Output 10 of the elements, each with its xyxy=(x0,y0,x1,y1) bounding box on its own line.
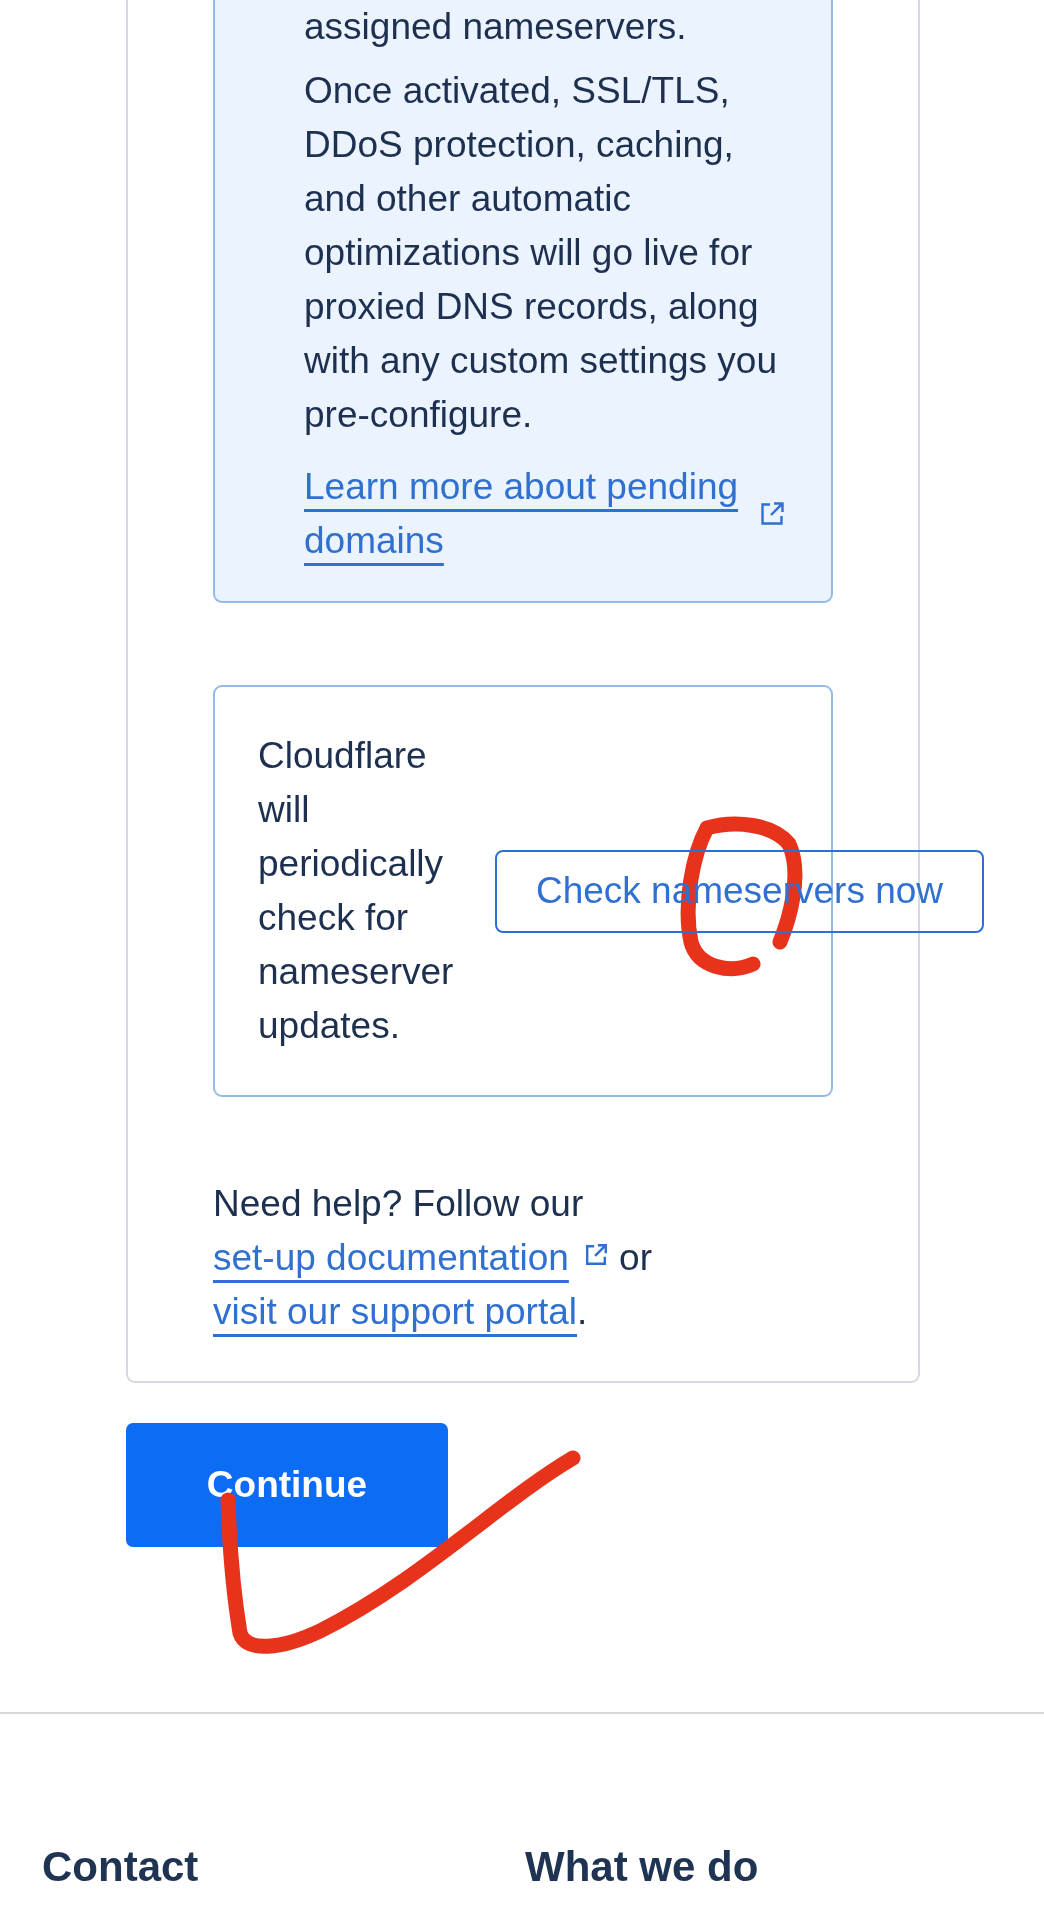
help-link[interactable]: visit our support portal xyxy=(213,1291,577,1332)
learn-more-link[interactable]: Learn more about pending domains xyxy=(304,460,786,568)
continue-button[interactable]: Continue xyxy=(126,1423,448,1547)
info-text: assigned nameservers. xyxy=(304,5,688,49)
footer-heading: What we do xyxy=(525,1842,759,1892)
footer-heading: Contact xyxy=(42,1842,199,1892)
help-link[interactable]: set-up documentation xyxy=(213,1237,569,1278)
help-text: Need help? Follow our set-up documentation or visit our support portal. xyxy=(213,1182,654,1334)
info-text: Once activated, SSL/TLS, DDoS protection, caching, and other automatic optimizations will go live for proxied DNS records, along with any custom settings you pre-configure. xyxy=(304,69,778,437)
check-message: Cloudflare will periodically check for nameserver updates. xyxy=(258,734,455,1048)
